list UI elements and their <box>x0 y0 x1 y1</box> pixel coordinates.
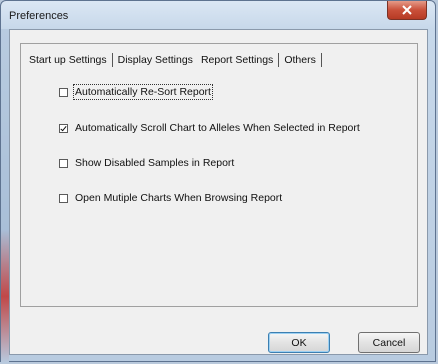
close-button[interactable] <box>387 1 427 20</box>
option-auto-scroll-chart[interactable]: Automatically Scroll Chart to Alleles Wh… <box>59 122 360 134</box>
window-title: Preferences <box>9 10 69 22</box>
open-multiple-checkbox[interactable] <box>59 193 68 203</box>
tab-strip: Start up Settings Display Settings Repor… <box>25 50 323 70</box>
ok-button[interactable]: OK <box>268 332 330 353</box>
dialog-client-area: Start up Settings Display Settings Repor… <box>9 29 428 355</box>
auto-resort-checkbox[interactable] <box>59 87 68 97</box>
tab-separator <box>278 53 280 67</box>
tab-separator <box>320 53 322 67</box>
tab-report-settings[interactable]: Report Settings <box>197 52 277 68</box>
close-icon <box>402 5 412 15</box>
title-bar[interactable]: Preferences <box>1 1 435 29</box>
tab-start-up-settings[interactable]: Start up Settings <box>25 52 111 68</box>
auto-scroll-checkbox[interactable] <box>59 123 68 133</box>
preferences-window: Preferences Start up Settings Display Se… <box>0 0 436 363</box>
cancel-button[interactable]: Cancel <box>358 332 420 353</box>
tab-separator <box>111 53 113 67</box>
background-strip <box>1 29 9 363</box>
option-label: Automatically Re-Sort Report <box>73 84 213 100</box>
show-disabled-checkbox[interactable] <box>59 158 68 168</box>
option-show-disabled-samples[interactable]: Show Disabled Samples in Report <box>59 157 234 169</box>
tab-panel <box>20 43 418 307</box>
option-auto-resort[interactable]: Automatically Re-Sort Report <box>59 84 213 100</box>
option-open-multiple-charts[interactable]: Open Mutiple Charts When Browsing Report <box>59 192 282 204</box>
option-label: Open Mutiple Charts When Browsing Report <box>75 192 283 204</box>
tab-display-settings[interactable]: Display Settings <box>114 52 197 68</box>
tab-others[interactable]: Others <box>280 52 320 68</box>
option-label: Automatically Scroll Chart to Alleles Wh… <box>75 122 360 134</box>
option-label: Show Disabled Samples in Report <box>75 157 235 169</box>
